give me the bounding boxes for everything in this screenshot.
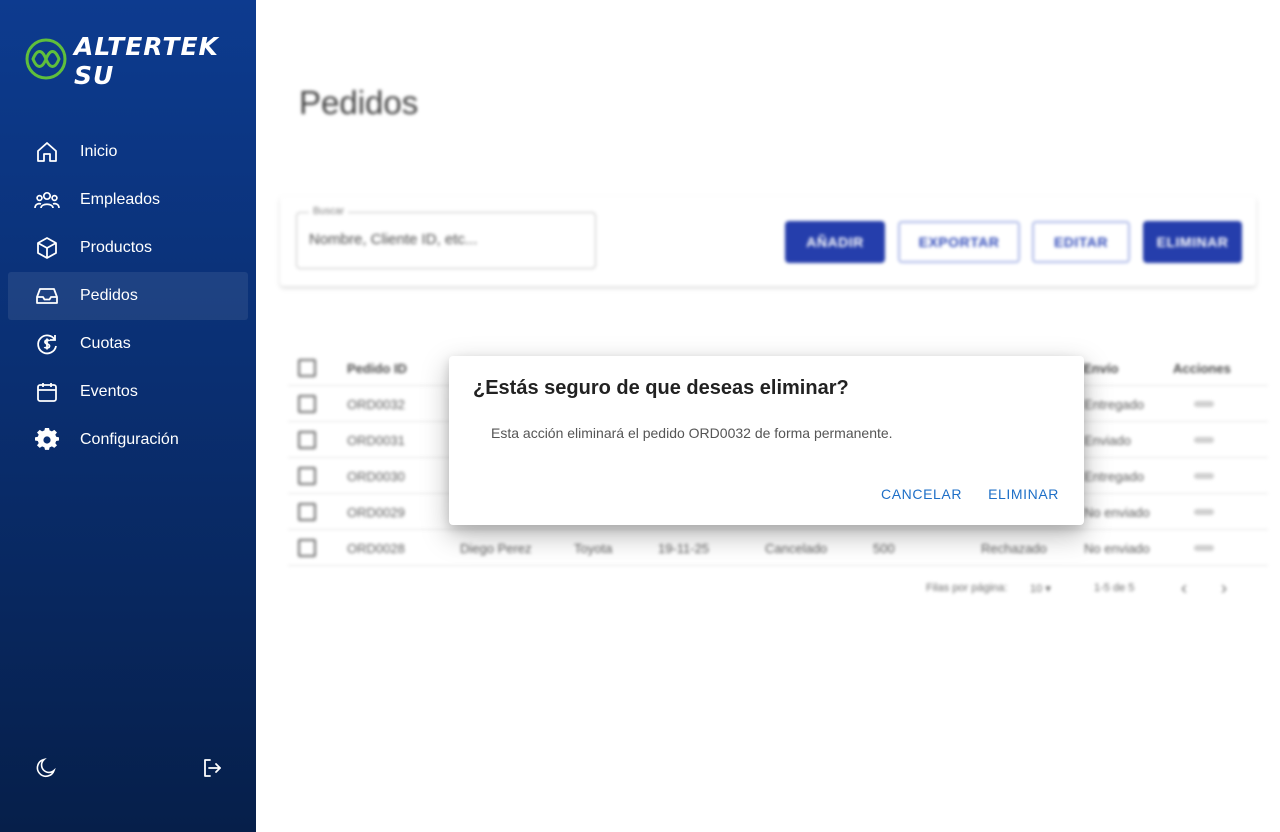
sidebar-item-label: Inicio bbox=[80, 143, 118, 160]
dialog-message: Esta acción eliminará el pedido ORD0032 … bbox=[491, 425, 893, 441]
sidebar-item-label: Productos bbox=[80, 239, 153, 256]
sidebar-nav: Inicio Empleados Productos Pedidos Cuota… bbox=[8, 128, 248, 464]
logo-text: ALTERTEK SU bbox=[74, 32, 219, 90]
confirm-delete-dialog: ¿Estás seguro de que deseas eliminar? Es… bbox=[449, 356, 1084, 525]
sidebar-item-cuotas[interactable]: Cuotas bbox=[8, 320, 248, 368]
sidebar-item-empleados[interactable]: Empleados bbox=[8, 176, 248, 224]
sidebar-item-label: Pedidos bbox=[80, 287, 138, 304]
home-icon bbox=[34, 139, 60, 165]
cube-icon bbox=[34, 235, 60, 261]
dialog-title: ¿Estás seguro de que deseas eliminar? bbox=[473, 377, 849, 399]
gear-icon bbox=[34, 427, 60, 453]
sidebar-item-inicio[interactable]: Inicio bbox=[8, 128, 248, 176]
logo-icon bbox=[24, 37, 68, 86]
sidebar-item-eventos[interactable]: Eventos bbox=[8, 368, 248, 416]
sidebar-item-label: Cuotas bbox=[80, 335, 131, 352]
logout-icon[interactable] bbox=[200, 756, 224, 785]
cancel-button[interactable]: CANCELAR bbox=[872, 482, 971, 506]
sidebar-item-label: Empleados bbox=[80, 191, 161, 208]
calendar-icon bbox=[34, 379, 60, 405]
app-logo[interactable]: ALTERTEK SU bbox=[24, 32, 256, 90]
sidebar-item-pedidos[interactable]: Pedidos bbox=[8, 272, 248, 320]
moon-icon[interactable] bbox=[34, 756, 58, 785]
users-icon bbox=[34, 187, 60, 213]
sidebar-item-productos[interactable]: Productos bbox=[8, 224, 248, 272]
sidebar-item-configuracion[interactable]: Configuración bbox=[8, 416, 248, 464]
confirm-delete-button[interactable]: ELIMINAR bbox=[979, 482, 1068, 506]
dollar-cycle-icon bbox=[34, 331, 60, 357]
dialog-actions: CANCELAR ELIMINAR bbox=[872, 482, 1068, 506]
sidebar-item-label: Configuración bbox=[80, 431, 179, 448]
sidebar-footer bbox=[34, 756, 224, 785]
inbox-icon bbox=[34, 283, 60, 309]
sidebar: ALTERTEK SU Inicio Empleados Productos P… bbox=[0, 0, 256, 832]
sidebar-item-label: Eventos bbox=[80, 383, 138, 400]
